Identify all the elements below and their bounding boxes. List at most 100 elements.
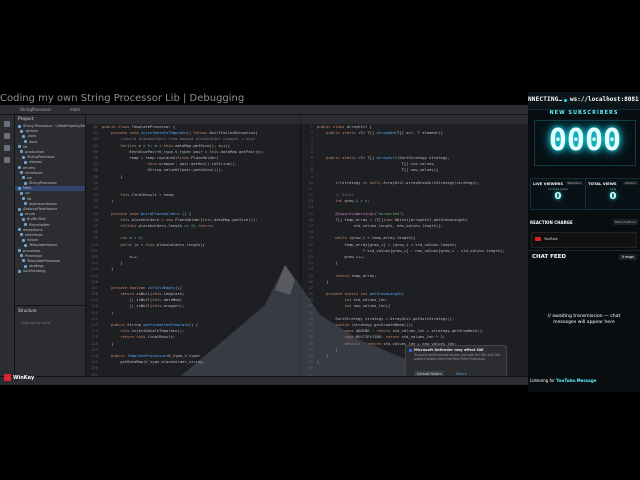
tree-item-label: src <box>25 191 31 196</box>
tree-item-label: classes <box>29 160 43 165</box>
file-icon <box>18 124 21 128</box>
status-dot-icon <box>564 99 567 102</box>
tree-item-label: lib <box>23 144 28 149</box>
panel-divider <box>528 250 640 251</box>
structure-panel: Structure Nothing to show <box>15 305 85 385</box>
total-views-label: TOTAL VIEWS <box>588 181 617 186</box>
tree-item-label: enum <box>25 212 36 217</box>
file-icon <box>20 233 23 237</box>
notification-body: To avoid performance issues, exclude the… <box>414 353 500 361</box>
stream-bottom-area <box>0 385 528 480</box>
tree-item-label: String Processor ~/IdeaProjects/String <box>23 124 85 128</box>
tree-item-label: Processor <box>25 253 43 258</box>
total-views-value: 0 <box>609 191 617 202</box>
live-viewers-pill: Real-time <box>565 181 583 185</box>
stream-overlay-panel: NNECTING… ws://localhost:8081 NEW SUBSCR… <box>528 92 640 392</box>
file-icon <box>22 155 25 159</box>
total-views-pill: Lifetime <box>622 181 638 185</box>
tree-item[interactable]: SortStrategy <box>15 269 85 274</box>
tree-item-label: helper <box>27 238 39 243</box>
file-icon <box>20 150 23 154</box>
tree-item-label: Main <box>23 186 32 191</box>
right-code[interactable]: public class ArrayUtil { public static <… <box>317 124 528 365</box>
file-icon <box>18 166 21 169</box>
file-icon <box>24 202 27 206</box>
file-icon <box>20 171 23 175</box>
tree-item-label: docs <box>29 139 38 144</box>
file-icon <box>20 129 23 133</box>
connection-bar: NNECTING… ws://localhost:8081 <box>528 92 640 110</box>
ide-window: StringProcessor main Project String Proc… <box>0 105 528 385</box>
file-icon <box>22 259 25 263</box>
file-icon <box>24 264 27 268</box>
left-editor[interactable]: 81 82 83 84 85 86 87 88 89 90 91 92 93 94 95 96 97 98 99 10… <box>86 124 301 385</box>
file-icon <box>18 207 21 211</box>
tree-item-label: .idea <box>27 134 36 139</box>
tool-window-bar <box>0 115 15 385</box>
file-icon <box>18 145 21 149</box>
file-icon <box>24 160 27 164</box>
listening-status: Listening for YouTube.Message <box>530 378 596 383</box>
tree-item-label: TemplateHelper <box>29 243 58 248</box>
project-panel-header[interactable]: Project <box>15 115 85 124</box>
structure-empty: Nothing to show <box>21 321 51 325</box>
left-gutter: 81 82 83 84 85 86 87 88 89 90 91 92 93 94 95 96 97 98 99 10… <box>86 124 100 385</box>
tree-item-label: StringProcessor <box>29 181 58 186</box>
stream-top-area <box>0 0 528 92</box>
folder-icon[interactable] <box>4 121 10 127</box>
subscribers-count: 0000 <box>548 123 622 158</box>
tree-item-label: SortStrategy <box>23 269 46 274</box>
winkey-label: WinKey <box>13 374 35 381</box>
tree-item-label: StringProcessor <box>27 155 56 160</box>
live-viewers-card: LIVE VIEWERS Real-time YouTube Views 0 <box>530 178 586 210</box>
file-icon <box>22 217 25 221</box>
chat-feed-header: CHAT FEED <box>532 254 566 260</box>
reaction-charge-header: REACTION CHARGE <box>530 220 573 225</box>
branch-name[interactable]: main <box>70 107 80 112</box>
more-icon[interactable] <box>4 157 10 163</box>
total-views-card: TOTAL VIEWS Lifetime Total 0 <box>585 178 640 210</box>
file-icon <box>20 254 23 258</box>
ide-status-bar <box>0 376 528 385</box>
info-icon <box>409 349 412 352</box>
left-code[interactable]: public class TemplateProcessor { private… <box>102 124 300 365</box>
listening-prefix: Listening for <box>530 378 557 383</box>
live-viewers-label: LIVE VIEWERS <box>533 181 564 186</box>
subscribers-label: NEW SUBSCRIBERS <box>549 110 619 116</box>
websocket-url: ws://localhost:8081 <box>570 96 639 103</box>
subscribers-counter: 0000 <box>534 120 636 166</box>
winkey-badge: WinKey <box>4 374 34 381</box>
reaction-platform-name: YouTube <box>544 237 558 241</box>
youtube-icon <box>535 237 541 241</box>
file-icon <box>22 176 25 180</box>
project-name[interactable]: StringProcessor <box>20 107 51 112</box>
ide-titlebar: StringProcessor main <box>0 105 528 115</box>
file-icon <box>18 269 21 273</box>
chat-message-count: 0 msgs <box>618 254 637 260</box>
tree-item-label: TemplateProcessor <box>27 258 61 263</box>
structure-title: Structure <box>18 308 37 313</box>
tree-item-label: interfaces <box>25 232 43 237</box>
tree-item-label: lib <box>27 196 32 201</box>
file-icon <box>22 238 25 242</box>
file-icon <box>18 186 21 190</box>
file-icon <box>22 197 25 201</box>
tree-item-label: processor <box>23 248 41 253</box>
file-icon <box>18 228 21 232</box>
reaction-charge-pill: Multi-platform <box>612 219 638 225</box>
project-panel: Project String Processor ~/IdeaProjects/… <box>15 115 86 385</box>
structure-icon[interactable] <box>4 145 10 151</box>
tree-item-label: Placeholder <box>29 222 50 227</box>
tree-item-label: src <box>27 175 33 180</box>
file-icon <box>24 223 27 227</box>
tree-item-label: AbstractTextHelper <box>23 207 58 211</box>
tree-item-label: .github <box>25 129 38 134</box>
chat-awaiting-text: // awaiting transmission — chat messages… <box>547 314 621 325</box>
commit-icon[interactable] <box>4 133 10 139</box>
code-line[interactable]: getDataMap(V_type placeholder_string, <box>102 359 300 365</box>
connection-status: NNECTING… <box>528 96 563 103</box>
file-icon <box>20 212 23 216</box>
stream-bottom-right <box>528 392 640 480</box>
file-icon <box>22 134 25 138</box>
project-tree: String Processor ~/IdeaProjects/String .g… <box>15 124 85 274</box>
